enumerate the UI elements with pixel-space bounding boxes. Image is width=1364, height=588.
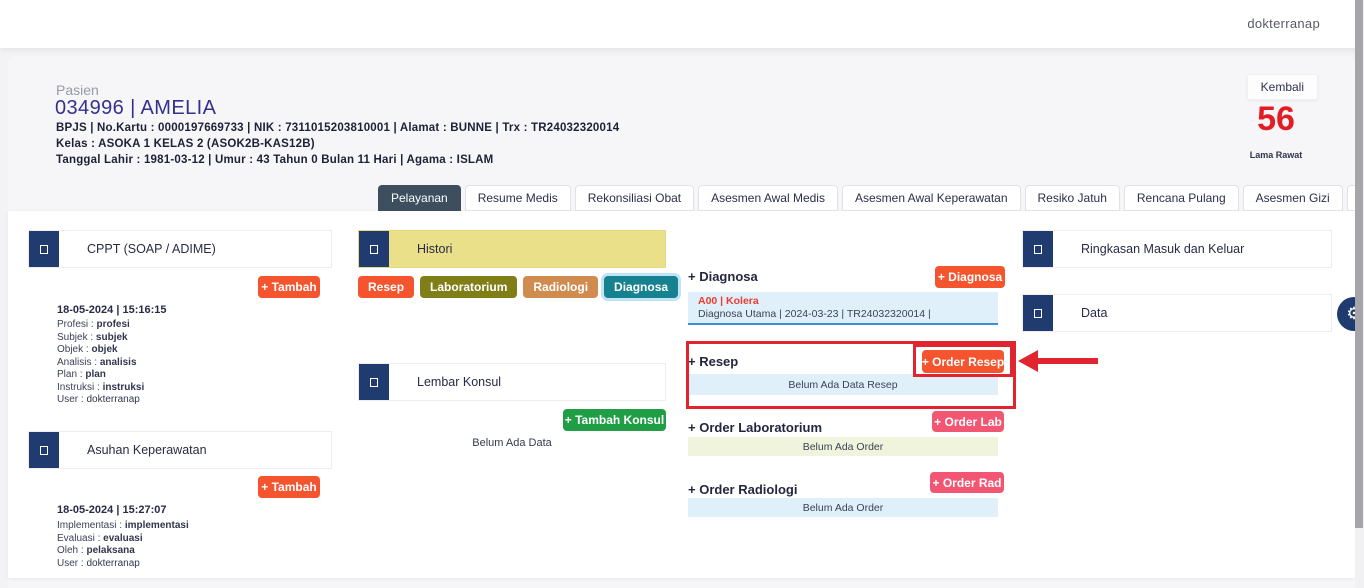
histori-card-title: Histori [389, 231, 452, 267]
patient-info-line-2: Kelas : ASOKA 1 KELAS 2 (ASOK2B-KAS12B) [56, 138, 315, 150]
cppt-field: Userdokterranap [57, 394, 140, 405]
tab-pelayanan[interactable]: Pelayanan [378, 185, 461, 211]
order-rad-button[interactable]: + Order Rad [930, 472, 1004, 493]
histori-card[interactable]: Histori [358, 230, 666, 268]
cppt-card[interactable]: CPPT (SOAP / ADIME) [28, 230, 332, 268]
back-button[interactable]: Kembali [1247, 74, 1318, 100]
scrollbar-thumb[interactable] [1355, 0, 1363, 528]
order-resep-button[interactable]: + Order Resep [922, 350, 1004, 373]
histori-button-row: Resep Laboratorium Radiologi Diagnosa [358, 276, 678, 298]
konsul-add-button[interactable]: + Tambah Konsul [563, 409, 666, 431]
order-lab-button[interactable]: + Order Lab [932, 411, 1004, 432]
tab-asesmen-awal-keperawatan[interactable]: Asesmen Awal Keperawatan [842, 185, 1021, 211]
square-icon [1023, 231, 1053, 267]
square-icon [359, 231, 389, 267]
histori-laboratorium-button[interactable]: Laboratorium [420, 276, 517, 298]
tab-rencana-pulang[interactable]: Rencana Pulang [1124, 185, 1239, 211]
data-card[interactable]: Data [1022, 294, 1332, 332]
asuhan-add-button[interactable]: + Tambah [258, 476, 320, 498]
cppt-field: Instruksiinstruksi [57, 382, 144, 393]
tab-rekonsiliasi-obat[interactable]: Rekonsiliasi Obat [575, 185, 694, 211]
logged-in-user-label[interactable]: dokterranap [1247, 16, 1320, 31]
ringkasan-card[interactable]: Ringkasan Masuk dan Keluar [1022, 230, 1332, 268]
ringkasan-card-title: Ringkasan Masuk dan Keluar [1053, 231, 1244, 267]
asuhan-field: Userdokterranap [57, 558, 140, 569]
lembar-konsul-card[interactable]: Lembar Konsul [358, 363, 666, 401]
histori-radiologi-button[interactable]: Radiologi [523, 276, 598, 298]
asuhan-card-title: Asuhan Keperawatan [59, 432, 207, 468]
tab-asesmen-gizi[interactable]: Asesmen Gizi [1243, 185, 1343, 211]
patient-info-line-1: BPJS | No.Kartu : 0000197669733 | NIK : … [56, 122, 619, 134]
patient-section-label: Pasien [56, 82, 99, 98]
histori-resep-button[interactable]: Resep [358, 276, 414, 298]
annotation-arrow-shaft [1036, 358, 1098, 364]
order-lab-empty-text: Belum Ada Order [688, 437, 998, 456]
patient-name: 034996 | AMELIA [55, 97, 216, 120]
tab-resume-medis[interactable]: Resume Medis [465, 185, 571, 211]
asuhan-field: Implementasiimplementasi [57, 520, 189, 531]
asuhan-entry-datetime: 18-05-2024 | 15:27:07 [57, 504, 167, 516]
cppt-entry-datetime: 18-05-2024 | 15:16:15 [57, 304, 167, 316]
scrollbar-track[interactable] [1355, 0, 1364, 588]
length-of-stay-value: 56 [1246, 100, 1306, 139]
cppt-field: Analisisanalisis [57, 357, 137, 368]
length-of-stay-label: Lama Rawat [1240, 150, 1312, 160]
histori-diagnosa-button[interactable]: Diagnosa [604, 276, 678, 298]
diagnosa-entry-detail: Diagnosa Utama | 2024-03-23 | TR24032320… [698, 308, 988, 320]
resep-empty-text: Belum Ada Data Resep [688, 374, 998, 395]
order-rad-empty-text: Belum Ada Order [688, 498, 998, 517]
tab-bar: Pelayanan Resume Medis Rekonsiliasi Obat… [378, 185, 1364, 211]
asuhan-field: Olehpelaksana [57, 545, 135, 556]
patient-info-line-3: Tanggal Lahir : 1981-03-12 | Umur : 43 T… [56, 154, 493, 166]
tab-asesmen-awal-medis[interactable]: Asesmen Awal Medis [698, 185, 838, 211]
diagnosa-entry: A00 | Kolera Diagnosa Utama | 2024-03-23… [688, 292, 998, 325]
diagnosa-add-button[interactable]: + Diagnosa [935, 266, 1005, 288]
top-bar: dokterranap [0, 0, 1364, 48]
main-panel: CPPT (SOAP / ADIME) + Tambah 18-05-2024 … [8, 211, 1356, 578]
cppt-field: Planplan [57, 369, 106, 380]
order-lab-heading[interactable]: + Order Laboratorium [688, 420, 822, 435]
resep-heading[interactable]: + Resep [688, 354, 738, 369]
order-rad-heading[interactable]: + Order Radiologi [688, 482, 797, 497]
tab-resiko-jatuh[interactable]: Resiko Jatuh [1025, 185, 1120, 211]
cppt-field: Objekobjek [57, 344, 118, 355]
square-icon [1023, 295, 1053, 331]
asuhan-field: Evaluasievaluasi [57, 533, 143, 544]
square-icon [29, 231, 59, 267]
annotation-arrow-left-icon [1018, 350, 1038, 372]
konsul-empty-text: Belum Ada Data [358, 437, 666, 449]
cppt-field: Profesiprofesi [57, 319, 130, 330]
konsul-card-title: Lembar Konsul [389, 364, 501, 400]
asuhan-keperawatan-card[interactable]: Asuhan Keperawatan [28, 431, 332, 469]
diagnosa-entry-title: A00 | Kolera [698, 295, 988, 307]
square-icon [29, 432, 59, 468]
square-icon [359, 364, 389, 400]
cppt-add-button[interactable]: + Tambah [258, 276, 320, 298]
cppt-field: Subjeksubjek [57, 332, 128, 343]
data-card-title: Data [1053, 295, 1107, 331]
diagnosa-heading[interactable]: + Diagnosa [688, 269, 758, 284]
cppt-card-title: CPPT (SOAP / ADIME) [59, 231, 216, 267]
